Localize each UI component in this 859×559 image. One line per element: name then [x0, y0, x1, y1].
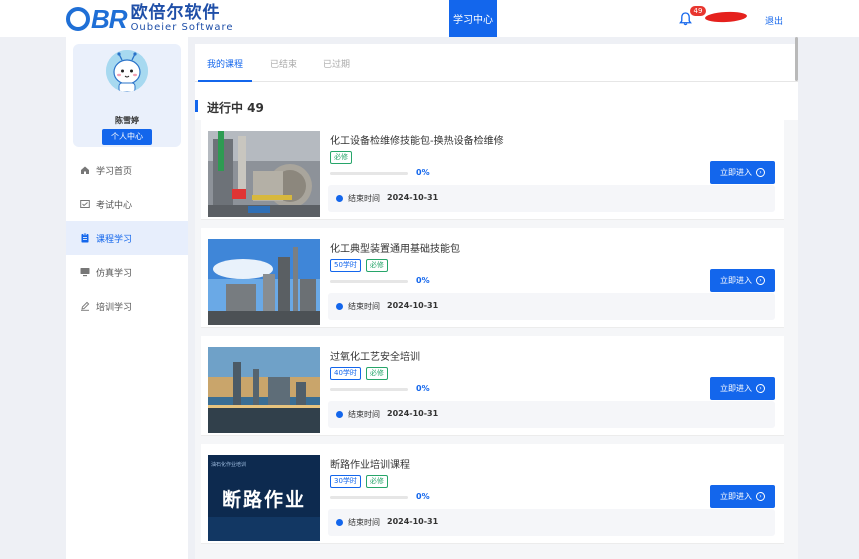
logo-chinese-name: 欧倍尔软件 — [130, 3, 221, 23]
course-tags: 必修 — [330, 151, 352, 164]
sidebar-item-label: 考试中心 — [96, 200, 133, 211]
course-list: 化工设备检维修技能包-换热设备检维修 必修 0% 结束时间 2024-10-31… — [195, 120, 798, 559]
arrow-right-icon: › — [756, 276, 765, 285]
end-time-box: 结束时间 2024-10-31 — [328, 293, 775, 320]
end-time-date: 2024-10-31 — [387, 409, 439, 418]
sidebar-item-label: 学习首页 — [96, 166, 133, 177]
course-thumbnail[interactable] — [208, 347, 320, 433]
thumbnail-small-text: 油石化作业培训 — [211, 462, 247, 468]
sidebar-item-label: 课程学习 — [96, 234, 133, 245]
hours-tag: 30学时 — [330, 475, 361, 488]
progress-percent: 0% — [416, 492, 430, 501]
scrollbar-thumb[interactable] — [795, 37, 798, 81]
course-thumbnail[interactable]: 油石化作业培训 断路作业 — [208, 455, 320, 541]
hours-tag: 40学时 — [330, 367, 361, 380]
progress-percent: 0% — [416, 384, 430, 393]
course-title[interactable]: 化工典型装置通用基础技能包 — [330, 240, 460, 255]
section-accent-bar — [195, 100, 198, 112]
section-title: 进行中 49 — [207, 101, 264, 115]
nav-learning-center[interactable]: 学习中心 — [449, 0, 497, 37]
progress-bar — [330, 496, 408, 499]
bell-icon[interactable] — [679, 12, 692, 26]
end-time-label: 结束时间 — [348, 518, 380, 527]
end-time-label: 结束时间 — [348, 302, 380, 311]
course-title[interactable]: 过氧化工艺安全培训 — [330, 348, 420, 363]
tab-finished[interactable]: 已结束 — [270, 57, 297, 70]
course-card: 化工典型装置通用基础技能包 50学时 必修 0% 结束时间 2024-10-31… — [201, 228, 784, 328]
main-content: 我的课程 已结束 已过期 进行中 49 化工设备检维修技能包-换热设备检维修 必… — [195, 44, 798, 559]
username: 陈雪婷 — [115, 116, 139, 125]
course-tags: 30学时 必修 — [330, 475, 388, 488]
sidebar: 陈雪婷 个人中心 学习首页 考试中心 课程学习 仿真学习 培训学习 — [66, 37, 188, 559]
sidebar-item-exam[interactable]: 考试中心 — [66, 187, 188, 221]
required-tag: 必修 — [330, 151, 352, 164]
clock-icon — [336, 195, 343, 202]
monitor-icon — [80, 268, 90, 277]
avatar — [106, 50, 148, 92]
progress-percent: 0% — [416, 276, 430, 285]
course-card: 过氧化工艺安全培训 40学时 必修 0% 结束时间 2024-10-31 立即进… — [201, 336, 784, 436]
sidebar-item-home[interactable]: 学习首页 — [66, 153, 188, 187]
active-tab-indicator — [198, 80, 252, 82]
top-header: BR 欧倍尔软件 Oubeier Software 学习中心 49 退出 — [0, 0, 859, 37]
end-time-box: 结束时间 2024-10-31 — [328, 185, 775, 212]
enter-course-button[interactable]: 立即进入 › — [710, 377, 775, 400]
end-time-label: 结束时间 — [348, 410, 380, 419]
sidebar-item-training[interactable]: 培训学习 — [66, 289, 188, 323]
tab-my-courses[interactable]: 我的课程 — [207, 57, 243, 70]
logout-link[interactable]: 退出 — [765, 14, 783, 27]
required-tag: 必修 — [365, 259, 388, 272]
progress-bar — [330, 172, 408, 175]
enter-course-button[interactable]: 立即进入 › — [710, 485, 775, 508]
sidebar-menu: 学习首页 考试中心 课程学习 仿真学习 培训学习 — [66, 153, 188, 323]
arrow-right-icon: › — [756, 168, 765, 177]
tab-expired[interactable]: 已过期 — [323, 57, 350, 70]
sidebar-item-course[interactable]: 课程学习 — [66, 221, 188, 255]
enter-course-button[interactable]: 立即进入 › — [710, 269, 775, 292]
enter-course-button[interactable]: 立即进入 › — [710, 161, 775, 184]
course-card: 油石化作业培训 断路作业 断路作业培训课程 30学时 必修 0% 结束时间 20… — [201, 444, 784, 544]
course-title[interactable]: 化工设备检维修技能包-换热设备检维修 — [330, 132, 504, 147]
end-time-date: 2024-10-31 — [387, 193, 439, 202]
course-icon — [81, 233, 89, 243]
user-name-redacted — [704, 10, 748, 24]
profile-card: 陈雪婷 个人中心 — [73, 44, 181, 147]
progress-bar — [330, 280, 408, 283]
arrow-right-icon: › — [756, 384, 765, 393]
course-card: 化工设备检维修技能包-换热设备检维修 必修 0% 结束时间 2024-10-31… — [201, 120, 784, 220]
required-tag: 必修 — [365, 367, 388, 380]
course-thumbnail[interactable] — [208, 131, 320, 217]
hours-tag: 50学时 — [330, 259, 361, 272]
sidebar-item-simulation[interactable]: 仿真学习 — [66, 255, 188, 289]
home-icon — [81, 166, 89, 174]
end-time-label: 结束时间 — [348, 194, 380, 203]
clock-icon — [336, 519, 343, 526]
arrow-right-icon: › — [756, 492, 765, 501]
brand-logo[interactable]: BR 欧倍尔软件 Oubeier Software — [66, 4, 234, 34]
course-title[interactable]: 断路作业培训课程 — [330, 456, 410, 471]
course-tags: 50学时 必修 — [330, 259, 388, 272]
course-thumbnail[interactable] — [208, 239, 320, 325]
course-tabs: 我的课程 已结束 已过期 — [195, 44, 798, 82]
required-tag: 必修 — [365, 475, 388, 488]
notification-badge: 49 — [690, 6, 706, 16]
end-time-box: 结束时间 2024-10-31 — [328, 401, 775, 428]
progress-percent: 0% — [416, 168, 430, 177]
end-time-date: 2024-10-31 — [387, 517, 439, 526]
end-time-date: 2024-10-31 — [387, 301, 439, 310]
sidebar-item-label: 培训学习 — [96, 302, 133, 313]
sidebar-item-label: 仿真学习 — [96, 268, 133, 279]
clock-icon — [336, 303, 343, 310]
clock-icon — [336, 411, 343, 418]
personal-center-button[interactable]: 个人中心 — [102, 129, 152, 145]
end-time-box: 结束时间 2024-10-31 — [328, 509, 775, 536]
pen-icon — [81, 301, 90, 311]
logo-mark: BR — [66, 4, 128, 35]
progress-bar — [330, 388, 408, 391]
course-tags: 40学时 必修 — [330, 367, 388, 380]
exam-icon — [80, 200, 90, 208]
thumbnail-title-text: 断路作业 — [221, 489, 306, 511]
logo-english-name: Oubeier Software — [130, 22, 234, 33]
